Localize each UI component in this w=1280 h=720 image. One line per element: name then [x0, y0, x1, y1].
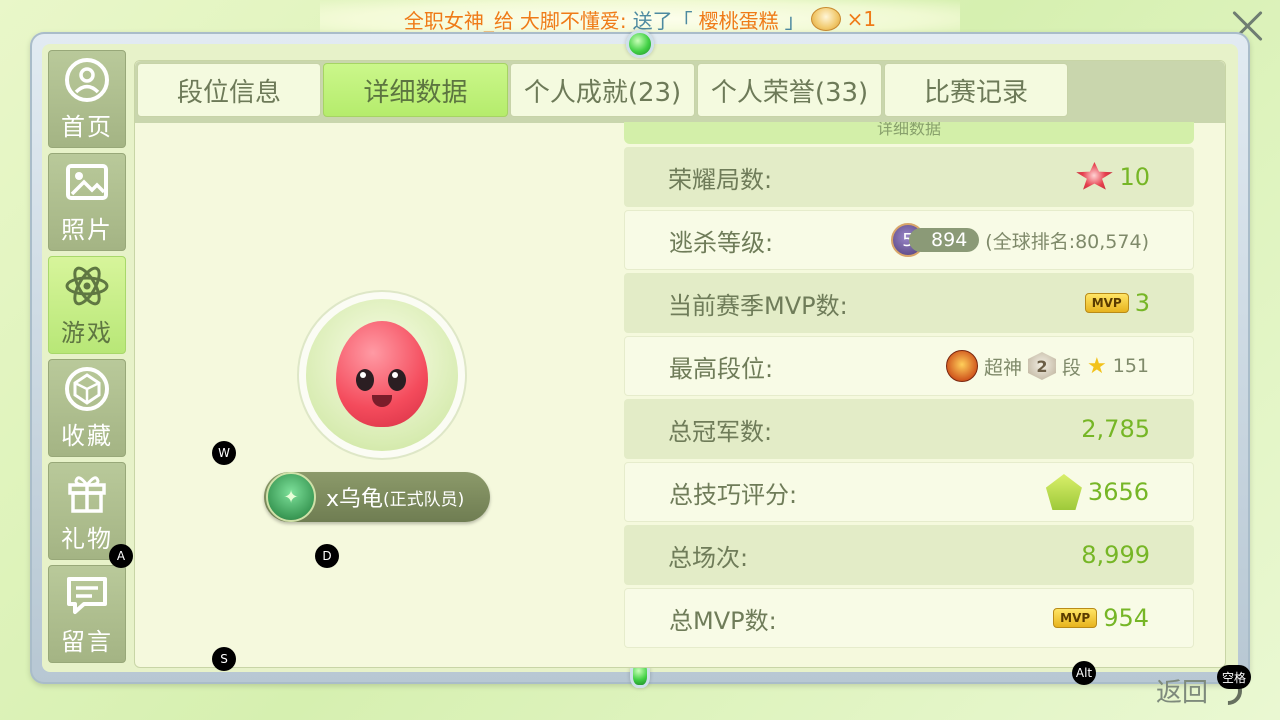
key-hint-w: W: [212, 441, 236, 465]
stat-value: 954: [1103, 604, 1149, 632]
sidebar-item-label: 首页: [61, 112, 113, 141]
global-rank: (全球排名:80,574): [985, 230, 1149, 253]
details-list: 详细数据 荣耀局数: 10 逃杀等级: 5 894 (全球排名:80,574) …: [624, 122, 1194, 648]
segment-suffix: 段: [1061, 356, 1081, 379]
sidebar-item-label: 留言: [61, 627, 113, 656]
key-hint-a: A: [109, 544, 133, 568]
stat-label: 总MVP数:: [669, 606, 777, 635]
tab-achievements[interactable]: 个人成就(23): [510, 63, 695, 117]
notify-sender: 全职女神_给: [403, 8, 514, 33]
stat-label: 总冠军数:: [668, 417, 773, 446]
notify-gift-name: 樱桃蛋糕: [698, 8, 779, 33]
team-emblem-icon: ✦: [266, 472, 316, 522]
sidebar-item-label: 照片: [61, 215, 113, 244]
stat-row-total-mvp: 总MVP数: MVP 954: [624, 588, 1194, 648]
team-badge[interactable]: ✦ x乌龟 (正式队员): [264, 472, 490, 522]
sidebar-item-games[interactable]: 游戏: [48, 256, 126, 354]
stat-label: 最高段位:: [669, 354, 774, 383]
team-role: (正式队员): [383, 489, 465, 510]
rank-emblem-icon: [945, 350, 978, 382]
star-icon: ★: [1087, 353, 1107, 379]
tab-honors[interactable]: 个人荣誉(33): [697, 63, 882, 117]
avatar-background: [306, 299, 458, 451]
stat-row-glory-games: 荣耀局数: 10: [624, 147, 1194, 207]
mvp-badge-icon: MVP: [1084, 293, 1129, 313]
tab-match-records[interactable]: 比赛记录: [884, 63, 1068, 117]
team-name: x乌龟: [326, 487, 384, 512]
key-hint-alt: Alt: [1072, 661, 1096, 685]
sidebar-item-label: 游戏: [61, 318, 113, 347]
sidebar-item-collection[interactable]: 收藏: [48, 359, 126, 457]
star-count: 151: [1112, 355, 1149, 377]
key-hint-d: D: [315, 544, 339, 568]
level-points: 894: [909, 228, 980, 252]
frame-gem-top-icon: [626, 30, 654, 58]
sidebar-item-home[interactable]: 首页: [48, 50, 126, 148]
stat-label: 总技巧评分:: [669, 480, 798, 509]
stat-label: 逃杀等级:: [669, 228, 774, 257]
stat-value: 3: [1134, 289, 1150, 317]
sidebar-item-label: 礼物: [61, 524, 113, 553]
back-label: 返回: [1156, 678, 1209, 708]
stat-row-battle-level: 逃杀等级: 5 894 (全球排名:80,574): [624, 210, 1194, 270]
stat-label: 荣耀局数:: [668, 165, 773, 194]
stat-row-skill-score: 总技巧评分: 3656: [624, 462, 1194, 522]
notify-receiver: 大脚不懂爱:: [519, 8, 627, 33]
tab-bar: 段位信息 详细数据 个人成就(23) 个人荣誉(33) 比赛记录: [135, 61, 1225, 123]
segment-emblem-icon: 2: [1027, 352, 1056, 380]
details-header: 详细数据: [624, 122, 1194, 144]
stat-value: 2,785: [1081, 415, 1150, 443]
stat-row-total-games: 总场次: 8,999: [624, 525, 1194, 585]
tab-rank-info[interactable]: 段位信息: [137, 63, 321, 117]
key-hint-s: S: [212, 647, 236, 671]
person-icon: [65, 57, 109, 102]
stat-label: 总场次:: [668, 543, 749, 572]
key-hint-space: 空格: [1217, 665, 1251, 689]
tab-detailed-data[interactable]: 详细数据: [323, 63, 508, 117]
sidebar-item-label: 收藏: [61, 421, 113, 450]
gem-icon: [65, 366, 109, 411]
photo-icon: [66, 163, 108, 200]
stat-label: 当前赛季MVP数:: [668, 291, 848, 320]
rank-name: 超神: [983, 356, 1022, 379]
notify-count: ×1: [846, 7, 877, 31]
sidebar-item-photos[interactable]: 照片: [48, 153, 126, 251]
stat-row-championships: 总冠军数: 2,785: [624, 399, 1194, 459]
atom-icon: [65, 266, 109, 305]
level-badge: 5 894: [891, 223, 980, 257]
mvp-badge-icon: MVP: [1053, 608, 1098, 628]
notify-bracket: 」: [784, 8, 805, 33]
cake-icon: [810, 7, 841, 31]
stat-value: 8,999: [1081, 541, 1150, 569]
stat-row-highest-rank: 最高段位: 超神 2 段 ★ 151: [624, 336, 1194, 396]
skill-pentagon-icon: [1045, 474, 1082, 510]
stat-value: 10: [1119, 163, 1150, 191]
message-icon: [67, 576, 107, 614]
gift-icon: [68, 475, 106, 513]
pink-blob-avatar-icon: [336, 321, 428, 427]
avatar[interactable]: [297, 290, 467, 460]
sidebar-item-messages[interactable]: 留言: [48, 565, 126, 663]
glory-medal-icon: [1076, 162, 1113, 190]
sidebar: 首页 照片 游戏 收藏 礼物 留言: [48, 50, 128, 668]
stat-row-season-mvp: 当前赛季MVP数: MVP 3: [624, 273, 1194, 333]
stat-value: 3656: [1087, 478, 1149, 506]
